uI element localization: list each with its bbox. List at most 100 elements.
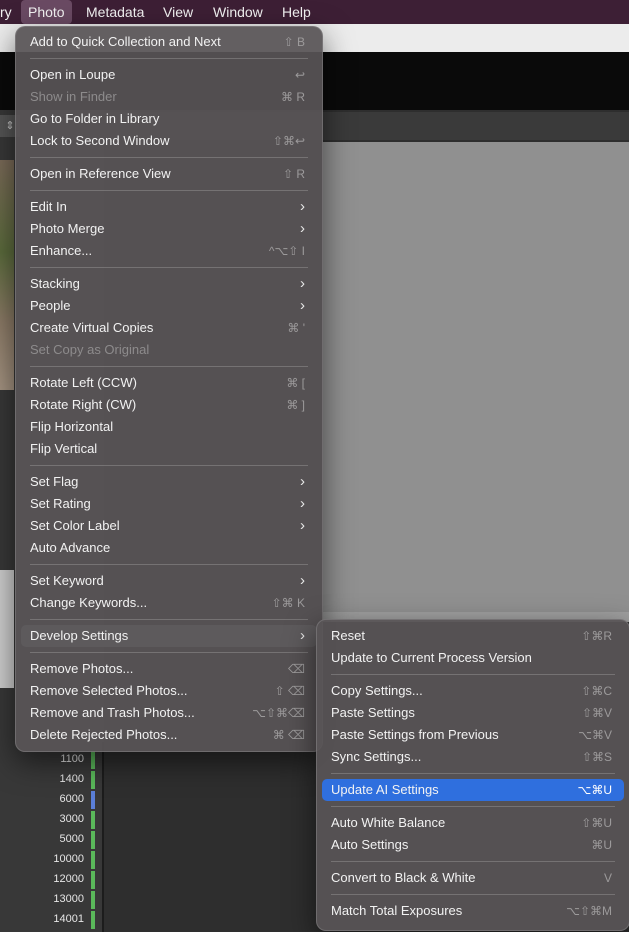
menubar-library[interactable]: ry (0, 0, 19, 24)
keyboard-shortcut: ⌘ ⌫ (272, 728, 305, 742)
menu-item-label: Rotate Right (CW) (30, 397, 137, 412)
color-label-bar (91, 911, 95, 929)
keyboard-shortcut: ↩ (294, 68, 305, 82)
menubar-window[interactable]: Window (206, 0, 270, 24)
menu-item-flip-horizontal[interactable]: Flip Horizontal (21, 416, 317, 438)
menu-item-update-ai-settings[interactable]: Update AI Settings ⌥⌘U (322, 779, 624, 801)
menu-item-paste-settings[interactable]: Paste Settings ⇧⌘V (322, 702, 624, 724)
menu-item-label: Set Flag (30, 474, 79, 489)
menu-item-rotate-right-cw[interactable]: Rotate Right (CW) ⌘ ] (21, 394, 317, 416)
menu-item-convert-to-black-white[interactable]: Convert to Black & White V (322, 867, 624, 889)
menu-separator (30, 190, 308, 191)
menu-item-label: Remove Photos... (30, 661, 134, 676)
menu-item-set-flag[interactable]: Set Flag › (21, 471, 317, 493)
menu-item-label: Remove and Trash Photos... (30, 705, 195, 720)
keyboard-shortcut: ⇧⌘C (581, 684, 612, 698)
menu-item-create-virtual-copies[interactable]: Create Virtual Copies ⌘ ' (21, 317, 317, 339)
list-item-value: 5000 (59, 833, 84, 845)
color-label-bar (91, 811, 95, 829)
menu-item-remove-photos[interactable]: Remove Photos... ⌫ (21, 658, 317, 680)
list-item[interactable]: 6000 (0, 790, 96, 810)
list-item-value: 6000 (59, 793, 84, 805)
preview-canvas[interactable] (323, 142, 629, 612)
menu-item-delete-rejected-photos[interactable]: Delete Rejected Photos... ⌘ ⌫ (21, 724, 317, 746)
keyboard-shortcut: ⇧⌘R (581, 629, 612, 643)
list-item[interactable]: 1100 (0, 750, 96, 770)
menu-item-stacking[interactable]: Stacking › (21, 273, 317, 295)
list-item[interactable]: 13000 (0, 890, 96, 910)
menu-item-auto-white-balance[interactable]: Auto White Balance ⇧⌘U (322, 812, 624, 834)
keyboard-shortcut: ⌥⌘U (577, 783, 613, 797)
menu-bar: ry Photo Metadata View Window Help (0, 0, 629, 24)
menu-item-label: Update to Current Process Version (331, 650, 532, 665)
menu-item-match-total-exposures[interactable]: Match Total Exposures ⌥⇧⌘M (322, 900, 624, 922)
photo-thumbnail[interactable] (0, 160, 14, 390)
menu-item-set-copy-as-original: Set Copy as Original (21, 339, 317, 361)
keyboard-shortcut: ⌘ [ (286, 376, 305, 390)
menu-item-enhance[interactable]: Enhance... ^⌥⇧ I (21, 240, 317, 262)
menu-item-label: Open in Loupe (30, 67, 116, 82)
menu-item-label: Lock to Second Window (30, 133, 170, 148)
menu-item-update-to-current-process-version[interactable]: Update to Current Process Version (322, 647, 624, 669)
menubar-photo[interactable]: Photo (21, 0, 72, 24)
menu-item-lock-to-second-window[interactable]: Lock to Second Window ⇧⌘↩ (21, 130, 317, 152)
panel-divider[interactable] (102, 742, 104, 932)
menubar-help[interactable]: Help (275, 0, 318, 24)
menu-item-label: Edit In (30, 199, 67, 214)
keyboard-shortcut: ⌘U (591, 838, 612, 852)
menu-item-remove-selected-photos[interactable]: Remove Selected Photos... ⇧ ⌫ (21, 680, 317, 702)
menu-separator (331, 773, 615, 774)
menu-item-open-in-loupe[interactable]: Open in Loupe ↩ (21, 64, 317, 86)
menu-item-copy-settings[interactable]: Copy Settings... ⇧⌘C (322, 680, 624, 702)
menu-item-label: Match Total Exposures (331, 903, 463, 918)
menu-item-add-to-quick-collection-and-next[interactable]: Add to Quick Collection and Next ⇧ B (21, 31, 317, 53)
menu-item-set-rating[interactable]: Set Rating › (21, 493, 317, 515)
menu-item-edit-in[interactable]: Edit In › (21, 196, 317, 218)
menubar-metadata[interactable]: Metadata (79, 0, 151, 24)
photo-thumbnail[interactable] (0, 570, 14, 688)
menu-separator (30, 366, 308, 367)
value-list: 1100 1400 6000 3000 5000 10000 12000 13000 14001 (0, 750, 96, 932)
list-item[interactable]: 5000 (0, 830, 96, 850)
menu-item-photo-merge[interactable]: Photo Merge › (21, 218, 317, 240)
menu-item-set-keyword[interactable]: Set Keyword › (21, 570, 317, 592)
menu-item-paste-settings-from-previous[interactable]: Paste Settings from Previous ⌥⌘V (322, 724, 624, 746)
menu-item-go-to-folder-in-library[interactable]: Go to Folder in Library (21, 108, 317, 130)
menu-item-label: Auto Settings (331, 837, 409, 852)
menu-item-develop-settings[interactable]: Develop Settings › (21, 625, 317, 647)
keyboard-shortcut: ⌫ (288, 662, 305, 676)
list-item[interactable]: 10000 (0, 850, 96, 870)
keyboard-shortcut: ⇧⌘V (581, 706, 612, 720)
keyboard-shortcut: ⇧ ⌫ (274, 684, 305, 698)
list-item-value: 1100 (60, 753, 84, 765)
list-item[interactable]: 14001 (0, 910, 96, 930)
menu-item-label: Set Rating (30, 496, 91, 511)
menu-item-open-in-reference-view[interactable]: Open in Reference View ⇧ R (21, 163, 317, 185)
menu-item-rotate-left-ccw[interactable]: Rotate Left (CCW) ⌘ [ (21, 372, 317, 394)
list-item[interactable]: 3000 (0, 810, 96, 830)
menu-item-label: Photo Merge (30, 221, 105, 236)
menu-item-people[interactable]: People › (21, 295, 317, 317)
chevron-right-icon: › (300, 198, 305, 215)
menu-item-label: Auto White Balance (331, 815, 446, 830)
menu-item-auto-settings[interactable]: Auto Settings ⌘U (322, 834, 624, 856)
menubar-view[interactable]: View (156, 0, 200, 24)
keyboard-shortcut: ⌥⇧⌘M (566, 904, 612, 918)
menu-item-auto-advance[interactable]: Auto Advance (21, 537, 317, 559)
menu-item-reset[interactable]: Reset ⇧⌘R (322, 625, 624, 647)
menu-item-sync-settings[interactable]: Sync Settings... ⇧⌘S (322, 746, 624, 768)
menu-item-label: Flip Vertical (30, 441, 98, 456)
color-label-bar (91, 891, 95, 909)
keyboard-shortcut: ⌥⌘V (578, 728, 612, 742)
menu-item-label: Update AI Settings (331, 782, 439, 797)
menu-item-change-keywords[interactable]: Change Keywords... ⇧⌘ K (21, 592, 317, 614)
menu-item-remove-and-trash-photos[interactable]: Remove and Trash Photos... ⌥⇧⌘⌫ (21, 702, 317, 724)
menu-item-set-color-label[interactable]: Set Color Label › (21, 515, 317, 537)
chevron-right-icon: › (300, 275, 305, 292)
list-item[interactable]: 12000 (0, 870, 96, 890)
list-item-value: 10000 (53, 853, 84, 865)
list-item[interactable]: 1400 (0, 770, 96, 790)
menu-separator (30, 652, 308, 653)
menu-item-flip-vertical[interactable]: Flip Vertical (21, 438, 317, 460)
keyboard-shortcut: ⇧⌘ K (271, 596, 305, 610)
